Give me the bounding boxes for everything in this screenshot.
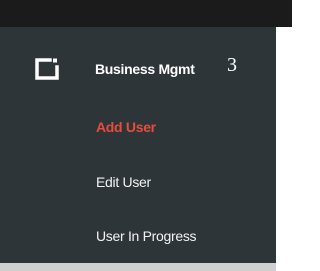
top-bar (0, 0, 292, 27)
submenu-item-edit-user[interactable]: Edit User (96, 174, 271, 198)
right-margin (276, 27, 292, 271)
submenu-item-add-user[interactable]: Add User (96, 119, 271, 143)
submenu-item-user-in-progress[interactable]: User In Progress (96, 228, 271, 252)
section-count-badge: 3 (227, 54, 237, 76)
section-label: Business Mgmt (95, 61, 195, 77)
sidebar-section-business-mgmt[interactable]: Business Mgmt 3 (0, 46, 276, 94)
window-icon (34, 57, 60, 81)
bottom-border (0, 263, 276, 271)
